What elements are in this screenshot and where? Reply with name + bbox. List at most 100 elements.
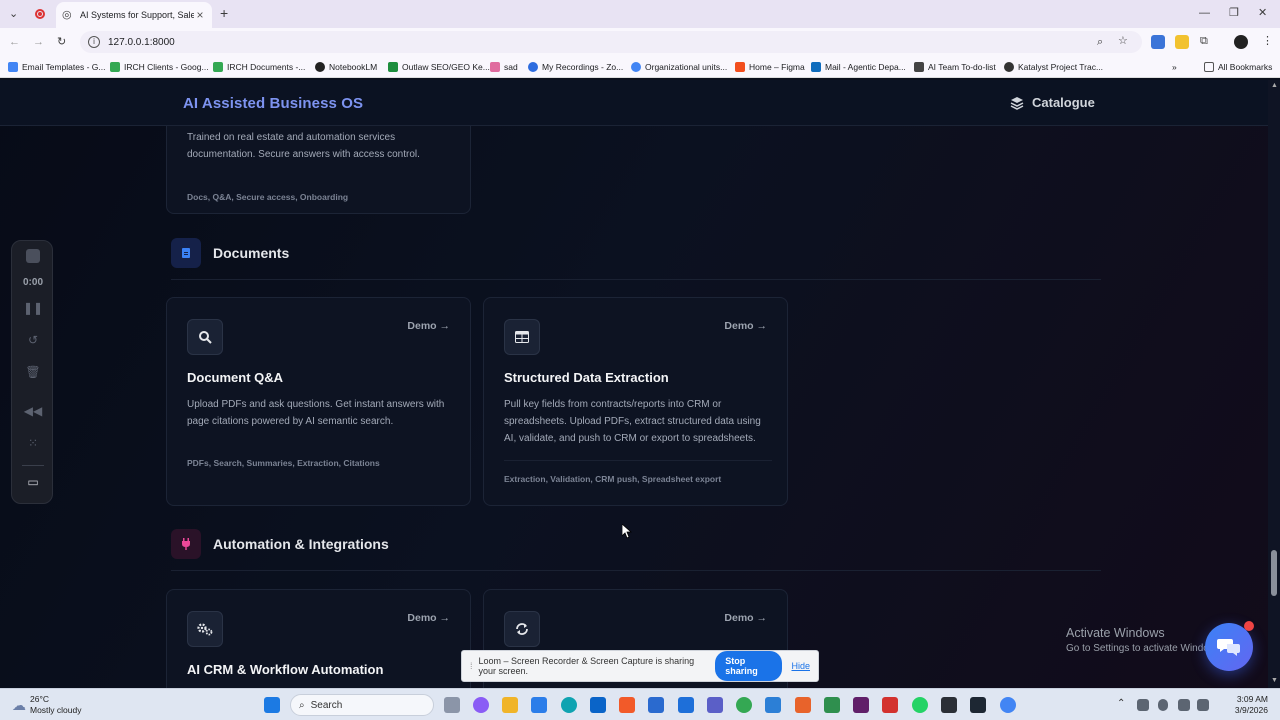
forward-icon[interactable]: → bbox=[33, 35, 44, 49]
tab-title: AI Systems for Support, Sales, a bbox=[80, 10, 194, 20]
outlook-icon[interactable] bbox=[590, 697, 606, 713]
store-icon[interactable] bbox=[531, 697, 547, 713]
card-description: Upload PDFs and ask questions. Get insta… bbox=[187, 399, 445, 427]
minimize-icon[interactable]: — bbox=[1199, 6, 1210, 20]
browser-tab-active[interactable]: ◎ AI Systems for Support, Sales, a × bbox=[56, 2, 212, 28]
bookmark-label: Mail - Agentic Depa... bbox=[825, 62, 906, 72]
card-structured-data-extraction[interactable]: Demo → Structured Data Extraction Pull k… bbox=[483, 297, 788, 506]
bookmark-item[interactable]: Organizational units... bbox=[631, 61, 727, 73]
bookmark-item[interactable]: IRCH Documents -... bbox=[213, 61, 305, 73]
bookmark-label: Email Templates - G... bbox=[22, 62, 106, 72]
extension-badge-icon[interactable] bbox=[1151, 35, 1165, 49]
profile-avatar[interactable] bbox=[1234, 35, 1248, 49]
chrome-icon[interactable] bbox=[736, 697, 752, 713]
close-window-icon[interactable]: ✕ bbox=[1258, 6, 1267, 20]
bookmark-item[interactable]: NotebookLM bbox=[315, 61, 377, 73]
demo-link[interactable]: Demo → bbox=[724, 612, 767, 624]
demo-link[interactable]: Demo → bbox=[407, 320, 450, 332]
app-orange-icon[interactable] bbox=[795, 697, 811, 713]
all-bookmarks[interactable]: All Bookmarks bbox=[1204, 61, 1272, 73]
mic-icon[interactable] bbox=[1158, 699, 1168, 711]
weather-widget[interactable]: ☁ 26°C Mostly cloudy bbox=[12, 694, 82, 716]
scroll-up-icon[interactable]: ▲ bbox=[1271, 82, 1278, 89]
hide-link[interactable]: Hide bbox=[791, 661, 810, 671]
table-icon bbox=[504, 319, 540, 355]
wifi-icon[interactable] bbox=[1178, 699, 1190, 711]
chrome-active-icon[interactable] bbox=[1000, 697, 1016, 713]
site-info-icon[interactable]: i bbox=[88, 36, 100, 48]
app-dark-icon[interactable] bbox=[941, 697, 957, 713]
stop-record-icon[interactable] bbox=[12, 249, 54, 266]
wps-icon[interactable] bbox=[882, 697, 898, 713]
card-document-qa[interactable]: Demo → Document Q&A Upload PDFs and ask … bbox=[166, 297, 471, 506]
brave-icon[interactable] bbox=[619, 697, 635, 713]
windows-start-icon[interactable] bbox=[264, 697, 280, 713]
bookmark-item[interactable]: Outlaw SEO/GEO Ke... bbox=[388, 61, 490, 73]
app-green-icon[interactable] bbox=[824, 697, 840, 713]
scrollbar-thumb[interactable] bbox=[1271, 550, 1277, 596]
card-tags: Docs, Q&A, Secure access, Onboarding bbox=[187, 192, 349, 202]
restart-icon[interactable]: ↺ bbox=[12, 333, 54, 347]
card-divider bbox=[504, 460, 772, 461]
bookmark-item[interactable]: Home – Figma bbox=[735, 61, 805, 73]
trash-icon[interactable]: 🗑 bbox=[12, 365, 54, 379]
address-bar[interactable]: i 127.0.0.1:8000 bbox=[80, 31, 1142, 53]
photos-icon[interactable] bbox=[678, 697, 694, 713]
file-explorer-icon[interactable] bbox=[502, 697, 518, 713]
tab-list-chevron-icon[interactable]: ⌄ bbox=[9, 7, 18, 21]
demo-link[interactable]: Demo → bbox=[407, 612, 450, 624]
taskbar-search[interactable]: ⌕ Search bbox=[290, 694, 434, 716]
tray-app-icon[interactable] bbox=[1137, 699, 1149, 711]
copilot-icon[interactable] bbox=[473, 697, 489, 713]
pause-icon[interactable]: ❚❚ bbox=[12, 301, 54, 315]
stop-sharing-button[interactable]: Stop sharing bbox=[715, 651, 783, 681]
new-tab-icon[interactable]: + bbox=[220, 6, 228, 20]
bookmark-item[interactable]: Email Templates - G... bbox=[8, 61, 105, 73]
url-text: 127.0.0.1:8000 bbox=[108, 36, 175, 48]
reload-icon[interactable]: ↻ bbox=[57, 35, 66, 49]
page-scrollbar[interactable]: ▲ ▼ bbox=[1268, 80, 1280, 688]
catalogue-link[interactable]: Catalogue bbox=[1010, 95, 1095, 110]
edge-icon[interactable] bbox=[561, 697, 577, 713]
menu-kebab-icon[interactable]: ⋮ bbox=[1262, 34, 1273, 48]
zoom-icon[interactable]: ⌕ bbox=[1097, 35, 1103, 49]
bookmark-item[interactable]: My Recordings - Zo... bbox=[528, 61, 623, 73]
bookmark-item[interactable]: IRCH Clients - Goog... bbox=[110, 61, 209, 73]
bookmark-label: My Recordings - Zo... bbox=[542, 62, 624, 72]
bookmark-label: IRCH Documents -... bbox=[227, 62, 306, 72]
task-view-icon[interactable] bbox=[444, 697, 460, 713]
brand-title[interactable]: AI Assisted Business OS bbox=[183, 95, 363, 112]
bookmark-item[interactable]: Mail - Agentic Depa... bbox=[811, 61, 906, 73]
bookmarks-overflow-icon[interactable]: » bbox=[1172, 61, 1177, 73]
card-ai-crm-workflow[interactable]: Demo → AI CRM & Workflow Automation bbox=[166, 589, 471, 688]
extensions-icon[interactable]: ⧉ bbox=[1200, 34, 1208, 48]
bookmark-star-icon[interactable]: ☆ bbox=[1118, 34, 1128, 48]
restore-icon[interactable]: ❐ bbox=[1229, 6, 1239, 20]
whatsapp-icon[interactable] bbox=[912, 697, 928, 713]
bookmark-item[interactable]: AI Team To-do-list bbox=[914, 61, 996, 73]
back-icon[interactable]: ← bbox=[9, 35, 20, 49]
extension-yellow-icon[interactable] bbox=[1175, 35, 1189, 49]
demo-link[interactable]: Demo → bbox=[724, 320, 767, 332]
notes-icon[interactable] bbox=[648, 697, 664, 713]
drag-handle-icon[interactable]: ⁞ bbox=[470, 661, 473, 671]
tray-chevron-icon[interactable]: ⌃ bbox=[1117, 698, 1125, 709]
weather-desc: Mostly cloudy bbox=[30, 705, 82, 715]
vscode-icon[interactable] bbox=[765, 697, 781, 713]
volume-icon[interactable] bbox=[1197, 699, 1209, 711]
activate-windows-watermark: Activate Windows Go to Settings to activ… bbox=[1066, 626, 1224, 654]
slack-icon[interactable] bbox=[853, 697, 869, 713]
rewind-icon[interactable]: ◀◀ bbox=[12, 404, 54, 418]
close-tab-icon[interactable]: × bbox=[194, 8, 206, 22]
recording-timer: 0:00 bbox=[22, 277, 43, 288]
camera-icon[interactable]: ▭ bbox=[12, 475, 54, 489]
grid-icon[interactable]: ⁙ bbox=[12, 436, 54, 450]
scroll-down-icon[interactable]: ▼ bbox=[1271, 677, 1278, 684]
system-clock[interactable]: 3:09 AM 3/9/2026 bbox=[1220, 694, 1268, 716]
chat-bubbles-icon bbox=[1217, 639, 1240, 656]
bookmark-item[interactable]: sad bbox=[490, 61, 518, 73]
bookmark-item[interactable]: Katalyst Project Trac... bbox=[1004, 61, 1103, 73]
loom-recorder-panel: 0:00 ❚❚ ↺ 🗑 ◀◀ ⁙ ▭ bbox=[11, 240, 53, 504]
teams-icon[interactable] bbox=[707, 697, 723, 713]
terminal-icon[interactable] bbox=[970, 697, 986, 713]
